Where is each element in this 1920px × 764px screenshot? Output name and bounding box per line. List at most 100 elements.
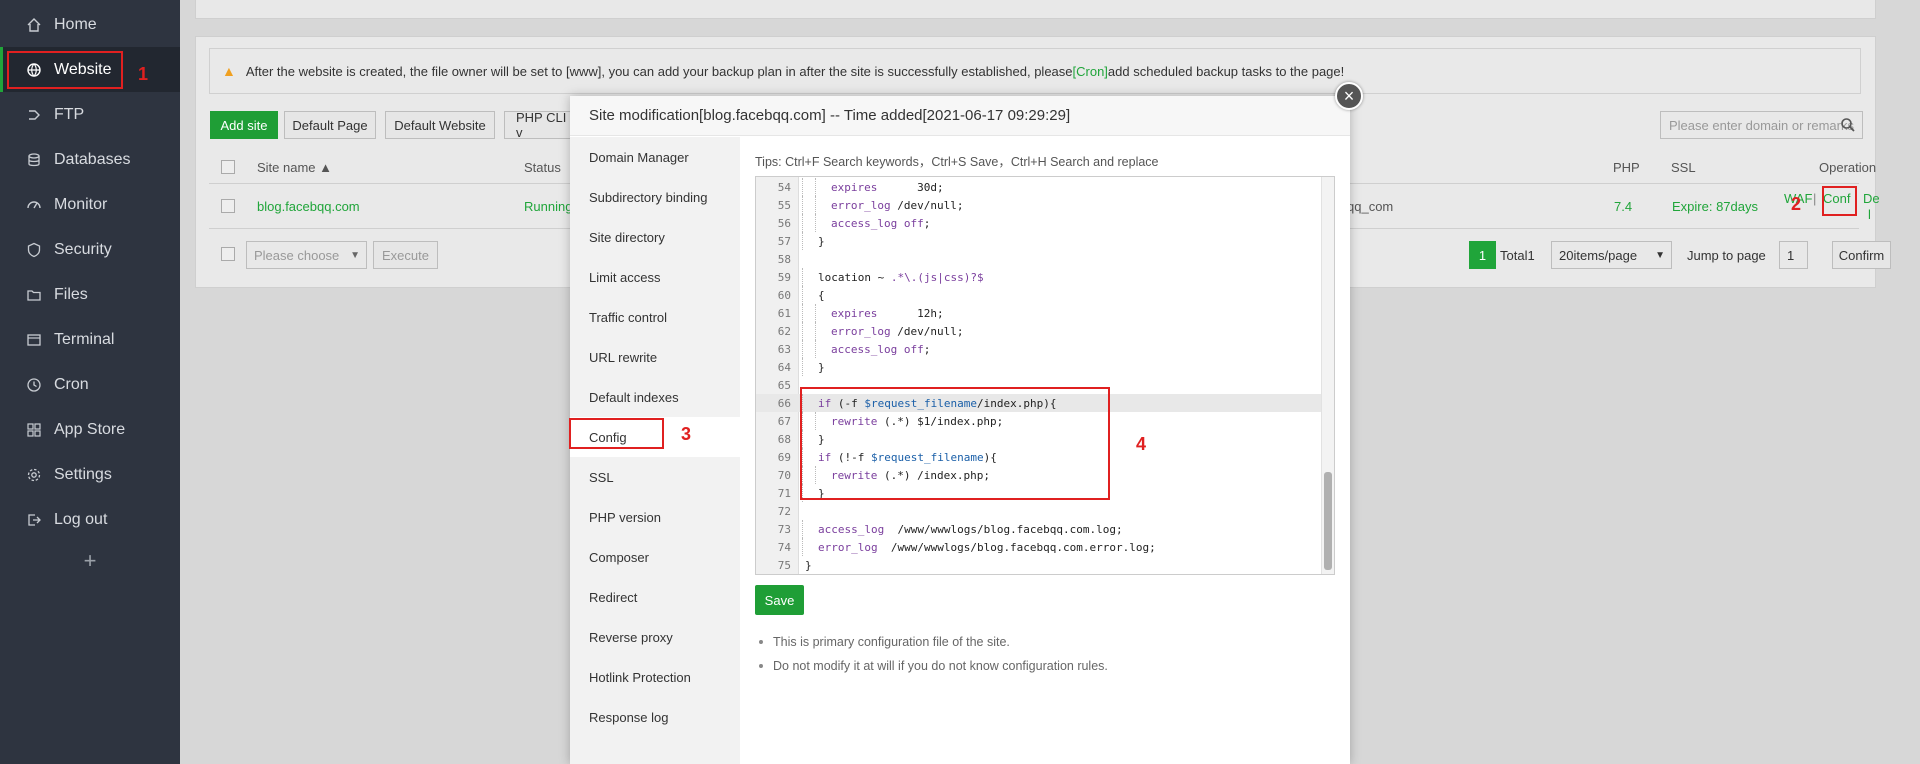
jump-page-input[interactable]: 1 bbox=[1779, 241, 1808, 269]
site-name-link[interactable]: blog.facebqq.com bbox=[257, 184, 360, 228]
scrollbar-thumb[interactable] bbox=[1324, 472, 1332, 570]
sidebar-item-home[interactable]: Home bbox=[0, 2, 180, 47]
backup-text: qq_com bbox=[1347, 198, 1394, 214]
add-site-button[interactable]: Add site bbox=[210, 111, 278, 139]
tab-composer[interactable]: Composer bbox=[570, 537, 740, 577]
code-text: expires 12h; bbox=[831, 306, 944, 320]
annotation-number-4: 4 bbox=[1136, 434, 1147, 454]
modal-title: Site modification[blog.facebqq.com] -- T… bbox=[570, 96, 1350, 136]
code-line[interactable]: 54 expires 30d; bbox=[756, 178, 1322, 196]
confirm-button[interactable]: Confirm bbox=[1832, 241, 1891, 269]
code-line[interactable]: 55 error_log /dev/null; bbox=[756, 196, 1322, 214]
line-number: 68 bbox=[777, 432, 791, 446]
code-text: error_log /www/wwwlogs/blog.facebqq.com.… bbox=[818, 540, 1156, 554]
note-item: Do not modify it at will if you do not k… bbox=[755, 654, 1108, 678]
code-text: access_log off; bbox=[831, 342, 931, 356]
sidebar-item-terminal[interactable]: Terminal bbox=[0, 317, 180, 362]
code-text: location ~ .*\.(js|css)?$ bbox=[818, 270, 984, 284]
code-line[interactable]: 72 bbox=[756, 502, 1322, 520]
sidebar-item-label: Security bbox=[54, 240, 112, 258]
tab-ssl[interactable]: SSL bbox=[570, 457, 740, 497]
code-line[interactable]: 75} bbox=[756, 556, 1322, 574]
code-line[interactable]: 73 access_log /www/wwwlogs/blog.facebqq.c… bbox=[756, 520, 1322, 538]
close-icon[interactable]: × bbox=[1335, 82, 1363, 110]
sidebar-item-security[interactable]: Security bbox=[0, 227, 180, 272]
config-code-editor[interactable]: 54 expires 30d; 55 error_log /dev/null; 56 ac… bbox=[755, 176, 1335, 575]
tab-site-directory[interactable]: Site directory bbox=[570, 217, 740, 257]
code-text: access_log /www/wwwlogs/blog.facebqq.com… bbox=[818, 522, 1123, 536]
sidebar-item-cron[interactable]: Cron bbox=[0, 362, 180, 407]
editor-scrollbar[interactable] bbox=[1321, 177, 1334, 574]
database-icon bbox=[24, 150, 44, 170]
tab-limit-access[interactable]: Limit access bbox=[570, 257, 740, 297]
code-line[interactable]: 57} bbox=[756, 232, 1322, 250]
status-running[interactable]: Running bbox=[524, 184, 572, 228]
config-notes: This is primary configuration file of th… bbox=[755, 630, 1108, 678]
tab-hotlink-protection[interactable]: Hotlink Protection bbox=[570, 657, 740, 697]
tab-reverse-proxy[interactable]: Reverse proxy bbox=[570, 617, 740, 657]
line-number: 71 bbox=[777, 486, 791, 500]
sidebar-item-label: App Store bbox=[54, 420, 126, 438]
select-all-checkbox[interactable] bbox=[221, 160, 235, 174]
row-checkbox[interactable] bbox=[221, 199, 235, 213]
indent-guide bbox=[802, 520, 803, 538]
delete-link[interactable]: De bbox=[1863, 176, 1880, 220]
per-page-select[interactable]: 20items/page ▼ bbox=[1551, 241, 1672, 269]
annotation-box-4 bbox=[800, 387, 1110, 500]
code-line[interactable]: 64} bbox=[756, 358, 1322, 376]
pagination-total: Total1 bbox=[1500, 247, 1535, 263]
indent-guide bbox=[802, 358, 803, 376]
batch-action-select[interactable]: Please choose ▼ bbox=[246, 241, 367, 269]
ssl-expire[interactable]: Expire: 87days bbox=[1672, 184, 1758, 228]
notice-cron-link[interactable]: [Cron] bbox=[1073, 64, 1108, 79]
col-php: PHP bbox=[1613, 159, 1640, 175]
warning-icon: ▲ bbox=[222, 63, 236, 79]
tab-php-version[interactable]: PHP version bbox=[570, 497, 740, 537]
code-text: } bbox=[805, 558, 812, 572]
code-line[interactable]: 59 location ~ .*\.(js|css)?$ bbox=[756, 268, 1322, 286]
sidebar-item-ftp[interactable]: FTP bbox=[0, 92, 180, 137]
sidebar-item-logout[interactable]: Log out bbox=[0, 497, 180, 542]
php-cli-button[interactable]: PHP CLI v bbox=[504, 110, 574, 140]
save-button[interactable]: Save bbox=[755, 585, 804, 615]
tab-default-indexes[interactable]: Default indexes bbox=[570, 377, 740, 417]
sidebar-item-databases[interactable]: Databases bbox=[0, 137, 180, 182]
add-menu-button[interactable]: + bbox=[0, 548, 180, 578]
notice-text: After the website is created, the file o… bbox=[245, 63, 1073, 79]
sidebar-item-settings[interactable]: Settings bbox=[0, 452, 180, 497]
code-line[interactable]: 63 access_log off; bbox=[756, 340, 1322, 358]
tab-traffic-control[interactable]: Traffic control bbox=[570, 297, 740, 337]
line-number: 75 bbox=[777, 558, 791, 572]
col-site-name[interactable]: Site name ▲ bbox=[257, 151, 332, 183]
bottom-select-all-checkbox[interactable] bbox=[221, 247, 235, 261]
tab-domain-manager[interactable]: Domain Manager bbox=[570, 137, 740, 177]
search-icon[interactable] bbox=[1840, 117, 1856, 136]
delete-link-wrap[interactable]: l bbox=[1868, 192, 1871, 236]
code-line[interactable]: 58 bbox=[756, 250, 1322, 268]
tab-subdirectory-binding[interactable]: Subdirectory binding bbox=[570, 177, 740, 217]
code-line[interactable]: 56 access_log off; bbox=[756, 214, 1322, 232]
code-line[interactable]: 74 error_log /www/wwwlogs/blog.facebqq.co… bbox=[756, 538, 1322, 556]
default-website-button[interactable]: Default Website bbox=[385, 111, 495, 139]
sidebar-item-app-store[interactable]: App Store bbox=[0, 407, 180, 452]
php-version[interactable]: 7.4 bbox=[1614, 184, 1632, 228]
line-number: 56 bbox=[777, 216, 791, 230]
top-panel bbox=[195, 0, 1876, 19]
code-line[interactable]: 61 expires 12h; bbox=[756, 304, 1322, 322]
home-icon bbox=[24, 15, 44, 35]
code-line[interactable]: 60 { bbox=[756, 286, 1322, 304]
sidebar-item-files[interactable]: Files bbox=[0, 272, 180, 317]
search-input[interactable]: Please enter domain or remarks bbox=[1660, 111, 1863, 139]
code-line[interactable]: 62 error_log /dev/null; bbox=[756, 322, 1322, 340]
tab-response-log[interactable]: Response log bbox=[570, 697, 740, 737]
tab-url-rewrite[interactable]: URL rewrite bbox=[570, 337, 740, 377]
code-text: expires 30d; bbox=[831, 180, 944, 194]
pagination-current-page[interactable]: 1 bbox=[1469, 241, 1496, 269]
notice-text-end: add scheduled backup tasks to the page! bbox=[1107, 63, 1345, 79]
sidebar-item-monitor[interactable]: Monitor bbox=[0, 182, 180, 227]
execute-button[interactable]: Execute bbox=[373, 241, 438, 269]
default-page-button[interactable]: Default Page bbox=[284, 111, 376, 139]
annotation-number-1: 1 bbox=[138, 64, 149, 84]
code-text: } bbox=[818, 234, 825, 248]
tab-redirect[interactable]: Redirect bbox=[570, 577, 740, 617]
